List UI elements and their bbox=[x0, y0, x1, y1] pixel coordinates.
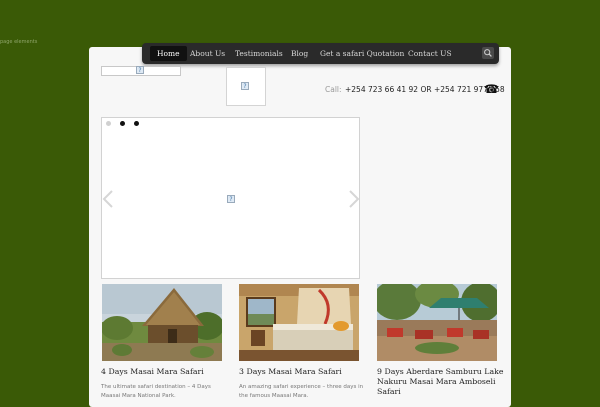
search-icon[interactable] bbox=[482, 47, 494, 59]
nav-item-safari-quotation[interactable]: Get a safari Quotation bbox=[320, 47, 404, 60]
slider-dot[interactable] bbox=[106, 121, 111, 126]
tour-description-line: An amazing safari experience – three day… bbox=[239, 384, 364, 390]
nav-item-home[interactable]: Home bbox=[150, 46, 187, 61]
call-label: Call: bbox=[325, 85, 342, 94]
slider-dot[interactable] bbox=[134, 121, 139, 126]
tour-title-line: Nakuru Masai Mara Amboseli bbox=[377, 377, 496, 386]
slider-dot-active[interactable] bbox=[120, 121, 125, 126]
tour-title[interactable]: 9 Days Aberdare Samburu Lake Nakuru Masa… bbox=[377, 367, 503, 397]
nav-item-blog[interactable]: Blog bbox=[291, 47, 308, 60]
phone-icon: ☎ bbox=[484, 82, 499, 96]
tour-image-aberdare-amboseli-9-days[interactable] bbox=[377, 284, 497, 361]
tour-image-masai-mara-3-days[interactable] bbox=[239, 284, 359, 361]
broken-image-icon: ? bbox=[241, 82, 249, 90]
main-nav: Home About Us Testimonials Blog Get a sa… bbox=[142, 43, 499, 64]
tour-title[interactable]: 4 Days Masai Mara Safari bbox=[101, 367, 204, 377]
tour-description: An amazing safari experience – three day… bbox=[239, 383, 363, 400]
call-numbers: +254 723 66 41 92 OR +254 721 977 158 bbox=[345, 85, 505, 94]
tour-description-line: The ultimate safari destination – 4 Days bbox=[101, 384, 211, 390]
tour-title[interactable]: 3 Days Masai Mara Safari bbox=[239, 367, 342, 377]
tour-title-line: 9 Days Aberdare Samburu Lake bbox=[377, 367, 504, 376]
tour-title-line: Safari bbox=[377, 387, 401, 396]
chevron-left-icon[interactable] bbox=[101, 189, 115, 209]
chevron-right-icon[interactable] bbox=[347, 189, 361, 209]
broken-image-icon: ? bbox=[227, 195, 235, 203]
nav-item-testimonials[interactable]: Testimonials bbox=[235, 47, 283, 60]
tour-description-line: the famous Maasai Mara. bbox=[239, 392, 309, 399]
broken-image-icon: ? bbox=[136, 66, 144, 74]
skip-link[interactable]: page elements bbox=[0, 39, 37, 45]
nav-item-contact-us[interactable]: Contact US bbox=[408, 47, 452, 60]
nav-item-about-us[interactable]: About Us bbox=[190, 47, 225, 60]
tour-image-masai-mara-4-days[interactable] bbox=[102, 284, 222, 361]
tour-description-line: Maasai Mara National Park. bbox=[101, 392, 176, 399]
tour-description: The ultimate safari destination – 4 Days… bbox=[101, 383, 211, 400]
